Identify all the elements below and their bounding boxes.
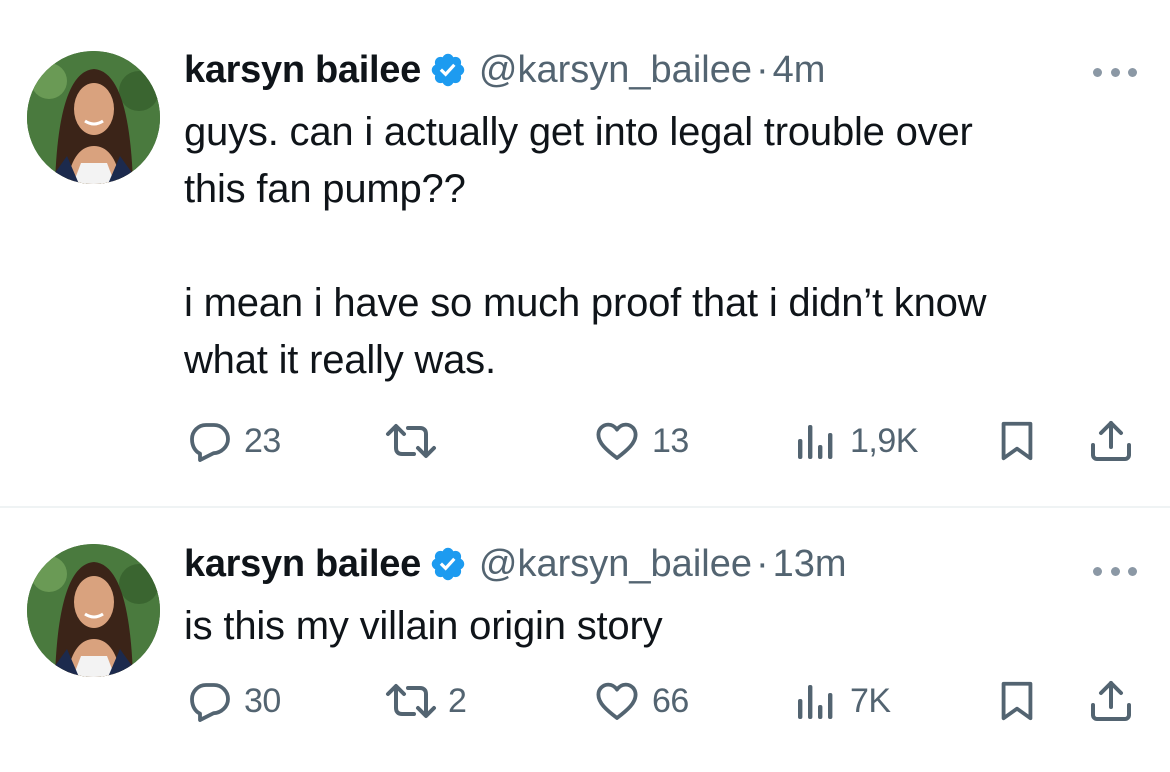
reply-count: 30 <box>244 681 281 720</box>
more-dots-icon[interactable] <box>1093 561 1137 581</box>
tweet-text-line: guys. can i actually get into legal trou… <box>184 110 973 154</box>
reply-count: 23 <box>244 421 281 460</box>
tweet-1[interactable]: karsyn bailee @karsyn_bailee · 4m guys. … <box>0 0 1170 508</box>
avatar[interactable] <box>27 544 160 677</box>
tweet-text-line: i mean i have so much proof that i didn’… <box>184 281 987 325</box>
retweet-button[interactable]: 2 <box>384 676 467 726</box>
views-chart-icon <box>798 685 833 719</box>
tweet-text-line: what it really was. <box>184 338 496 382</box>
reply-button[interactable]: 30 <box>186 676 281 726</box>
views-count: 7K <box>850 681 891 720</box>
avatar[interactable] <box>27 51 160 184</box>
heart-icon <box>596 422 638 460</box>
share-icon <box>1091 681 1131 721</box>
bookmark-icon <box>1001 681 1033 721</box>
tweet-header: karsyn bailee @karsyn_bailee · 4m <box>184 48 825 92</box>
like-count: 13 <box>652 421 689 460</box>
tweet-text-line: is this my villain origin story <box>184 604 663 648</box>
avatar-image <box>27 544 160 677</box>
retweet-icon <box>386 424 436 458</box>
tweet-text: guys. can i actually get into legal trou… <box>184 104 1144 389</box>
retweet-button[interactable] <box>384 416 448 466</box>
reply-bubble-icon <box>190 423 230 462</box>
more-dots-icon[interactable] <box>1093 62 1137 82</box>
author-handle[interactable]: @karsyn_bailee <box>479 542 752 586</box>
heart-icon <box>596 682 638 720</box>
tweet-text: is this my villain origin story <box>184 598 1144 655</box>
header-separator: · <box>755 49 769 91</box>
verified-badge-icon <box>431 53 465 87</box>
reply-button[interactable]: 23 <box>186 416 281 466</box>
views-chart-icon <box>798 425 833 459</box>
verified-badge-icon <box>431 547 465 581</box>
timestamp[interactable]: 13m <box>773 542 847 586</box>
avatar-image <box>27 51 160 184</box>
views-count: 1,9K <box>850 421 918 460</box>
tweet-text-line: this fan pump?? <box>184 167 466 211</box>
share-button[interactable] <box>1086 416 1136 466</box>
author-name[interactable]: karsyn bailee <box>184 48 421 92</box>
like-count: 66 <box>652 681 689 720</box>
reply-bubble-icon <box>190 683 230 722</box>
share-button[interactable] <box>1086 676 1136 726</box>
share-icon <box>1091 421 1131 461</box>
retweet-count: 2 <box>448 681 467 720</box>
header-separator: · <box>755 543 769 585</box>
retweet-icon <box>386 684 436 718</box>
timestamp[interactable]: 4m <box>773 48 826 92</box>
author-name[interactable]: karsyn bailee <box>184 542 421 586</box>
views-button[interactable]: 7K <box>792 676 891 726</box>
views-button[interactable]: 1,9K <box>792 416 918 466</box>
like-button[interactable]: 13 <box>592 416 689 466</box>
bookmark-icon <box>1001 421 1033 461</box>
like-button[interactable]: 66 <box>592 676 689 726</box>
bookmark-button[interactable] <box>994 416 1040 466</box>
tweet-2[interactable]: karsyn bailee @karsyn_bailee · 13m is th… <box>0 508 1170 772</box>
tweet-header: karsyn bailee @karsyn_bailee · 13m <box>184 542 847 586</box>
action-bar: 23 13 1,9K <box>0 416 1170 466</box>
action-bar: 30 2 66 7K <box>0 676 1170 726</box>
bookmark-button[interactable] <box>994 676 1040 726</box>
author-handle[interactable]: @karsyn_bailee <box>479 48 752 92</box>
